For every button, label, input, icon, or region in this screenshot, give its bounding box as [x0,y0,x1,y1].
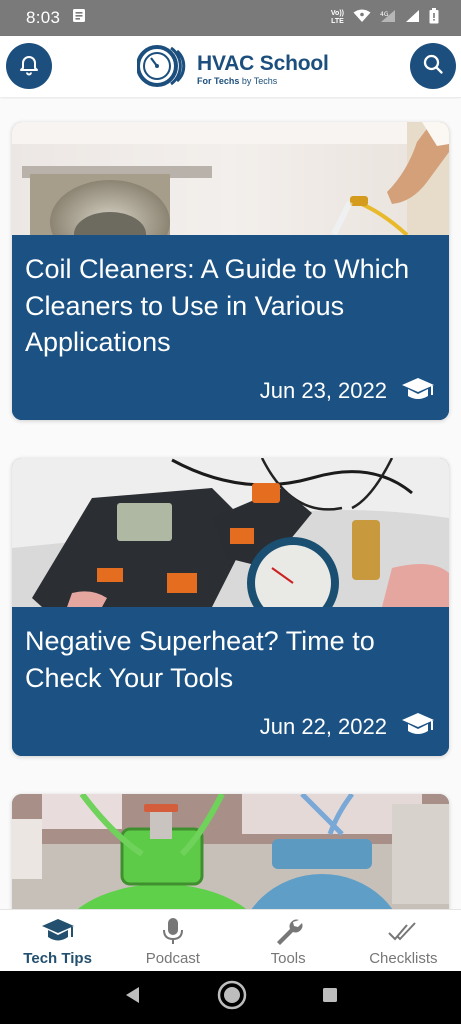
article-feed[interactable]: Coil Cleaners: A Guide to Which Cleaners… [0,99,461,909]
app-logo: HVAC School For Techs by Techs [136,43,329,94]
nav-label: Podcast [145,950,200,967]
signal-icon [405,9,420,28]
article-card[interactable]: Coil Cleaners: A Guide to Which Cleaners… [12,122,449,420]
nav-tools[interactable]: Tools [231,910,346,971]
article-image-refrigerant-tanks [12,794,449,909]
status-bar: 8:03 Vo)) LTE 4G [0,0,461,36]
logo-tagline: For Techs by Techs [197,76,278,86]
wrench-icon [273,916,303,946]
gauge-logo-icon [136,43,189,94]
svg-text:4G: 4G [380,11,389,18]
notification-icon [72,8,86,28]
system-nav-bar [0,971,461,1024]
search-button[interactable] [410,43,456,89]
article-card[interactable] [12,794,449,909]
bottom-nav: Tech Tips Podcast Tools Checklists [0,909,461,971]
graduation-cap-icon [41,916,75,946]
search-icon [421,52,445,81]
recents-icon[interactable] [322,987,338,1008]
volte-indicator: Vo)) LTE [330,10,344,25]
home-icon[interactable] [216,979,248,1016]
article-title: Negative Superheat? Time to Check Your T… [25,626,375,693]
double-check-icon [387,916,419,946]
back-icon[interactable] [124,986,142,1009]
nav-checklists[interactable]: Checklists [346,910,461,971]
nav-label: Tech Tips [23,950,92,967]
article-card-body: Negative Superheat? Time to Check Your T… [12,607,449,756]
logo-title: HVAC School [197,52,329,75]
bell-icon [17,52,41,81]
nav-tech-tips[interactable]: Tech Tips [0,910,115,971]
graduation-cap-icon [401,710,435,743]
nav-label: Tools [270,950,306,967]
article-card[interactable]: Negative Superheat? Time to Check Your T… [12,458,449,756]
battery-icon [429,7,439,29]
nav-label: Checklists [369,950,438,967]
signal-4g-icon: 4G [380,9,396,28]
notifications-button[interactable] [6,43,52,89]
article-date: Jun 22, 2022 [259,713,387,739]
app-header: HVAC School For Techs by Techs [0,36,461,98]
nav-podcast[interactable]: Podcast [115,910,230,971]
graduation-cap-icon [401,375,435,408]
article-image-coil-cleaner [12,122,449,235]
wifi-icon [353,9,371,28]
article-card-body: Coil Cleaners: A Guide to Which Cleaners… [12,235,449,420]
article-date: Jun 23, 2022 [259,378,387,403]
article-title: Coil Cleaners: A Guide to Which Cleaners… [25,254,410,357]
microphone-icon [161,916,185,946]
article-image-gauges [12,458,449,607]
status-time: 8:03 [26,8,61,27]
